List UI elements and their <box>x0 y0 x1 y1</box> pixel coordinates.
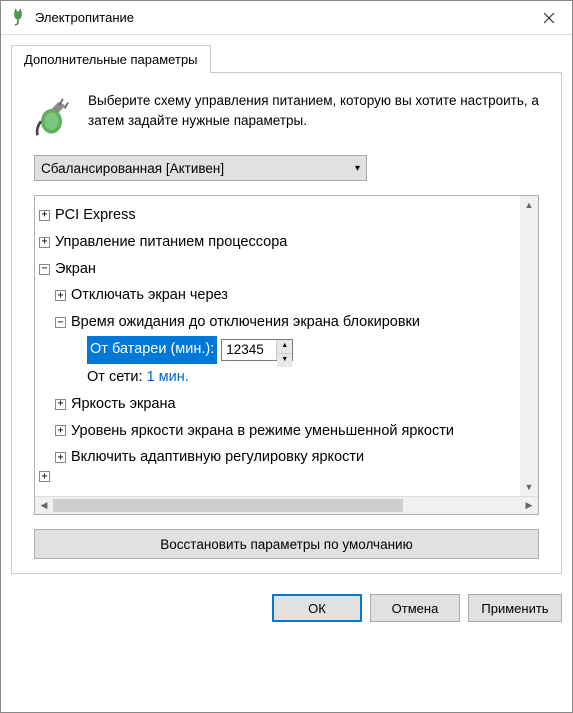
plugged-in-value[interactable]: 1 мин. <box>147 364 189 391</box>
expand-icon[interactable]: + <box>55 452 66 463</box>
tree-node-pci-express[interactable]: + PCI Express <box>39 202 516 229</box>
hscroll-track[interactable] <box>53 497 520 514</box>
cancel-button[interactable]: Отмена <box>370 594 460 622</box>
tree-node-brightness[interactable]: + Яркость экрана <box>39 391 516 418</box>
tree-node-turn-off-display[interactable]: + Отключать экран через <box>39 282 516 309</box>
ok-button[interactable]: ОК <box>272 594 362 622</box>
scroll-right-button[interactable]: ▶ <box>520 497 538 514</box>
tree-label: Уровень яркости экрана в режиме уменьшен… <box>71 418 454 445</box>
battery-timeout-input[interactable] <box>222 340 276 360</box>
scroll-up-button[interactable]: ▲ <box>520 196 538 214</box>
power-options-icon <box>9 9 27 27</box>
close-button[interactable] <box>526 1 572 35</box>
spinner-up[interactable]: ▲ <box>277 340 292 354</box>
hscroll-thumb[interactable] <box>53 499 403 512</box>
settings-tree-container: ▲ ▼ + PCI Express + Управление питанием … <box>34 195 539 515</box>
tree-node-lock-screen-timeout[interactable]: − Время ожидания до отключения экрана бл… <box>39 309 516 336</box>
tree-label: Включить адаптивную регулировку яркости <box>71 444 364 471</box>
collapse-icon[interactable]: − <box>39 264 50 275</box>
tree-label: PCI Express <box>55 202 136 229</box>
tree-label: От сети: <box>87 364 143 391</box>
tree-node-adaptive-brightness[interactable]: + Включить адаптивную регулировку яркост… <box>39 444 516 471</box>
expand-icon[interactable]: + <box>55 399 66 410</box>
expand-icon[interactable]: + <box>39 210 50 221</box>
content-panel: Выберите схему управления питанием, кото… <box>11 73 562 574</box>
expand-icon[interactable]: + <box>39 471 50 482</box>
tab-bar: Дополнительные параметры <box>1 35 572 73</box>
intro-text: Выберите схему управления питанием, кото… <box>88 91 539 137</box>
scheme-selected: Сбалансированная [Активен] <box>41 161 355 176</box>
apply-button[interactable]: Применить <box>468 594 562 622</box>
tree-label: Экран <box>55 256 96 283</box>
spinner-down[interactable]: ▼ <box>277 354 292 367</box>
power-plug-icon <box>34 95 76 137</box>
tree-node-on-battery[interactable]: От батареи (мин.): ▲ ▼ <box>39 336 516 364</box>
tree-node-display[interactable]: − Экран <box>39 256 516 283</box>
expand-icon[interactable]: + <box>55 290 66 301</box>
dialog-footer: ОК Отмена Применить <box>1 584 572 634</box>
scroll-track[interactable] <box>520 214 538 478</box>
tree-label: Отключать экран через <box>71 282 228 309</box>
battery-timeout-spinner[interactable]: ▲ ▼ <box>221 339 293 361</box>
scroll-down-button[interactable]: ▼ <box>520 478 538 496</box>
close-icon <box>543 12 555 24</box>
tree-content: + PCI Express + Управление питанием проц… <box>39 202 516 482</box>
scheme-dropdown[interactable]: Сбалансированная [Активен] ▾ <box>34 155 367 181</box>
titlebar: Электропитание <box>1 1 572 35</box>
chevron-down-icon: ▾ <box>355 163 360 174</box>
tree-node-dimmed-brightness[interactable]: + Уровень яркости экрана в режиме уменьш… <box>39 418 516 445</box>
intro-section: Выберите схему управления питанием, кото… <box>30 91 543 137</box>
expand-icon[interactable]: + <box>55 425 66 436</box>
horizontal-scrollbar[interactable]: ◀ ▶ <box>35 496 538 514</box>
vertical-scrollbar[interactable]: ▲ ▼ <box>520 196 538 496</box>
tree-label-selected: От батареи (мин.): <box>87 336 217 364</box>
window-title: Электропитание <box>35 10 526 25</box>
tree-node-partial[interactable]: + <box>39 471 516 482</box>
tree-label: Яркость экрана <box>71 391 176 418</box>
tree-label: Время ожидания до отключения экрана блок… <box>71 309 420 336</box>
tree-node-cpu-power[interactable]: + Управление питанием процессора <box>39 229 516 256</box>
expand-icon[interactable]: + <box>39 237 50 248</box>
scroll-left-button[interactable]: ◀ <box>35 497 53 514</box>
tabbar-spacer <box>211 45 562 73</box>
tree-label: Управление питанием процессора <box>55 229 287 256</box>
tree-node-plugged-in[interactable]: От сети: 1 мин. <box>39 364 516 391</box>
settings-tree[interactable]: ▲ ▼ + PCI Express + Управление питанием … <box>35 196 538 496</box>
collapse-icon[interactable]: − <box>55 317 66 328</box>
restore-defaults-button[interactable]: Восстановить параметры по умолчанию <box>34 529 539 559</box>
tab-advanced[interactable]: Дополнительные параметры <box>11 45 211 73</box>
